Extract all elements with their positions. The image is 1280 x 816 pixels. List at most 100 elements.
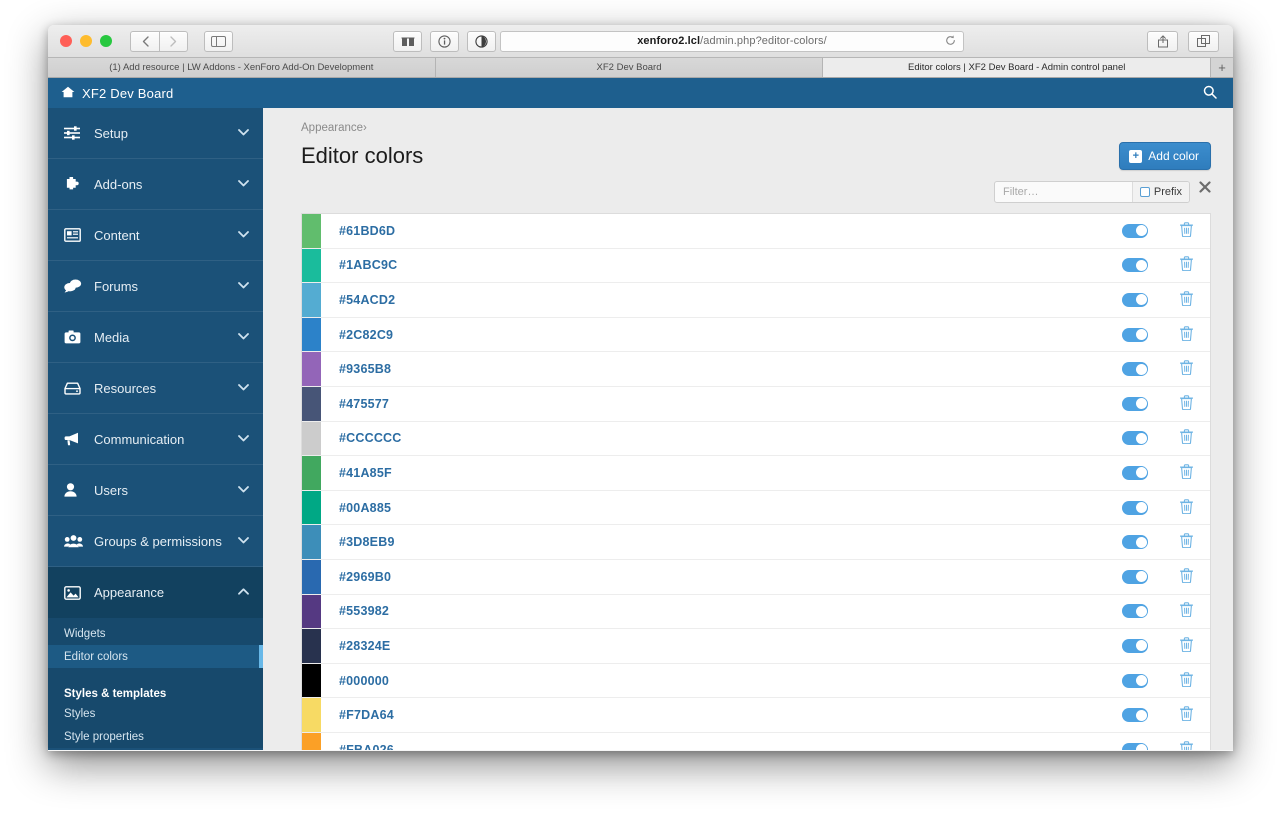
color-hex-link[interactable]: #54ACD2 — [321, 283, 1122, 317]
sidebar-icon[interactable] — [204, 30, 233, 52]
color-hex-link[interactable]: #000000 — [321, 664, 1122, 698]
color-hex-link[interactable]: #3D8EB9 — [321, 525, 1122, 559]
address-bar-wrap[interactable]: xenforo2.lcl/admin.php?editor-colors/ — [500, 30, 964, 52]
address-bar[interactable]: xenforo2.lcl/admin.php?editor-colors/ — [500, 30, 964, 52]
toggle-on-icon[interactable] — [1122, 742, 1148, 750]
maximize-window-button[interactable] — [100, 35, 112, 47]
toggle-on-icon[interactable] — [1122, 258, 1148, 273]
toggle-on-icon[interactable] — [1122, 431, 1148, 446]
chevron-down-icon[interactable] — [238, 434, 249, 445]
sidebar-item-setup[interactable]: Setup — [48, 108, 263, 159]
sidebar-item-resources[interactable]: Resources — [48, 363, 263, 414]
back-button[interactable] — [130, 30, 159, 52]
table-row[interactable]: #3D8EB9 — [302, 525, 1210, 560]
trash-icon[interactable] — [1168, 464, 1204, 482]
trash-icon[interactable] — [1168, 429, 1204, 447]
window-controls[interactable] — [60, 35, 112, 47]
sidebar-item-content[interactable]: Content — [48, 210, 263, 261]
trash-icon[interactable] — [1168, 740, 1204, 750]
color-hex-link[interactable]: #00A885 — [321, 491, 1122, 525]
minimize-window-button[interactable] — [80, 35, 92, 47]
tab-strip[interactable]: (1) Add resource | LW Addons - XenForo A… — [48, 58, 1233, 78]
bookmarks-icon[interactable] — [393, 30, 422, 52]
trash-icon[interactable] — [1168, 602, 1204, 620]
toggle-on-icon[interactable] — [1122, 535, 1148, 550]
sidebar-item-widgets[interactable]: Widgets — [48, 622, 263, 645]
chevron-down-icon[interactable] — [238, 536, 249, 547]
chevron-down-icon[interactable] — [238, 383, 249, 394]
trash-icon[interactable] — [1168, 395, 1204, 413]
toggle-on-icon[interactable] — [1122, 569, 1148, 584]
table-row[interactable]: #000000 — [302, 663, 1210, 699]
color-hex-link[interactable]: #FBA026 — [321, 733, 1122, 750]
home-icon[interactable] — [54, 86, 82, 101]
sidebar-item-media[interactable]: Media — [48, 312, 263, 363]
color-hex-link[interactable]: #F7DA64 — [321, 698, 1122, 732]
table-row[interactable]: #54ACD2 — [302, 283, 1210, 318]
sidebar-item-users[interactable]: Users — [48, 465, 263, 516]
filter-input[interactable] — [995, 186, 1132, 198]
tabs-icon[interactable] — [1188, 30, 1219, 52]
color-hex-link[interactable]: #41A85F — [321, 456, 1122, 490]
color-hex-link[interactable]: #2969B0 — [321, 560, 1122, 594]
chevron-down-icon[interactable] — [238, 128, 249, 139]
toggle-on-icon[interactable] — [1122, 223, 1148, 238]
toggle-on-icon[interactable] — [1122, 708, 1148, 723]
sidebar-item-groups-permissions[interactable]: Groups & permissions — [48, 516, 263, 567]
trash-icon[interactable] — [1168, 706, 1204, 724]
trash-icon[interactable] — [1168, 256, 1204, 274]
table-row[interactable]: #475577 — [302, 386, 1210, 422]
info-icon[interactable] — [430, 30, 459, 52]
table-row[interactable]: #2C82C9 — [302, 317, 1210, 353]
color-hex-link[interactable]: #475577 — [321, 387, 1122, 421]
browser-tab-3[interactable]: Editor colors | XF2 Dev Board - Admin co… — [823, 58, 1212, 77]
table-row[interactable]: #2969B0 — [302, 559, 1210, 595]
toolbar-middle-icons[interactable] — [393, 30, 496, 52]
trash-icon[interactable] — [1168, 533, 1204, 551]
trash-icon[interactable] — [1168, 567, 1204, 586]
color-hex-link[interactable]: #28324E — [321, 629, 1122, 663]
share-icon[interactable] — [1147, 30, 1178, 52]
toggle-on-icon[interactable] — [1122, 362, 1148, 377]
sidebar-item-style-properties[interactable]: Style properties — [48, 725, 263, 748]
chevron-down-icon[interactable] — [238, 179, 249, 190]
trash-icon[interactable] — [1168, 291, 1204, 309]
color-hex-link[interactable]: #CCCCCC — [321, 422, 1122, 456]
table-row[interactable]: #9365B8 — [302, 352, 1210, 387]
sidebar-item-forums[interactable]: Forums — [48, 261, 263, 312]
toggle-on-icon[interactable] — [1122, 396, 1148, 411]
toggle-on-icon[interactable] — [1122, 673, 1148, 688]
sidebar-item-styles[interactable]: Styles — [48, 702, 263, 725]
trash-icon[interactable] — [1168, 360, 1204, 378]
table-row[interactable]: #1ABC9C — [302, 248, 1210, 284]
close-icon[interactable] — [1199, 181, 1211, 203]
sidebar-item-add-ons[interactable]: Add-ons — [48, 159, 263, 210]
filter-box[interactable]: Prefix — [994, 181, 1190, 203]
table-row[interactable]: #FBA026 — [302, 732, 1210, 750]
breadcrumb-item-appearance[interactable]: Appearance — [301, 122, 363, 134]
prefix-checkbox[interactable] — [1139, 187, 1150, 197]
table-row[interactable]: #61BD6D — [302, 214, 1210, 249]
new-tab-button[interactable]: + — [1211, 58, 1233, 77]
table-row[interactable]: #553982 — [302, 594, 1210, 630]
chevron-down-icon[interactable] — [238, 281, 249, 292]
trash-icon[interactable] — [1168, 498, 1204, 517]
chevron-down-icon[interactable] — [238, 230, 249, 241]
reader-contrast-icon[interactable] — [467, 30, 496, 52]
chevron-up-icon[interactable] — [238, 587, 249, 598]
table-row[interactable]: #41A85F — [302, 456, 1210, 491]
toolbar-right-icons[interactable] — [1147, 30, 1219, 52]
chevron-down-icon[interactable] — [238, 332, 249, 343]
table-row[interactable]: #28324E — [302, 629, 1210, 664]
prefix-toggle[interactable]: Prefix — [1131, 182, 1189, 202]
trash-icon[interactable] — [1168, 671, 1204, 690]
color-hex-link[interactable]: #9365B8 — [321, 352, 1122, 386]
table-row[interactable]: #CCCCCC — [302, 421, 1210, 457]
close-window-button[interactable] — [60, 35, 72, 47]
trash-icon[interactable] — [1168, 637, 1204, 655]
forward-button[interactable] — [159, 30, 188, 52]
search-icon[interactable] — [1203, 85, 1217, 102]
color-hex-link[interactable]: #553982 — [321, 595, 1122, 629]
toggle-on-icon[interactable] — [1122, 638, 1148, 653]
navigation-buttons[interactable] — [130, 30, 188, 52]
